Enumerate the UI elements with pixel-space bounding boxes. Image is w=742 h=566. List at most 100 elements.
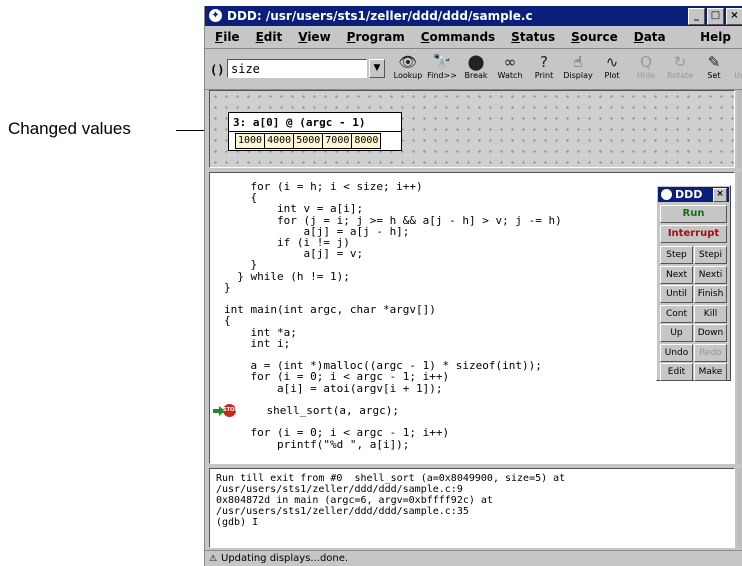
- rotate-icon: ↻: [673, 53, 687, 71]
- ddd-window: ✦ DDD: /usr/users/sts1/zeller/ddd/ddd/sa…: [204, 6, 742, 566]
- console-line: /usr/users/sts1/zeller/ddd/ddd/sample.c:…: [216, 484, 463, 495]
- argument-history-button[interactable]: ▼: [369, 59, 385, 78]
- menu-program[interactable]: Program: [347, 30, 405, 44]
- nexti-button[interactable]: Nexti: [694, 265, 727, 284]
- source-line[interactable]: printf("%d ", a[i]);: [224, 438, 409, 451]
- source-window[interactable]: DDD × Run Interrupt Step Stepi Next Nexti Unti…: [209, 172, 735, 464]
- stepi-button[interactable]: Stepi: [694, 246, 727, 264]
- make-button[interactable]: Make: [694, 363, 727, 381]
- hide-button[interactable]: Q Hide: [629, 51, 663, 87]
- menu-label: tatus: [519, 30, 556, 44]
- tool-label: Rotate: [666, 71, 694, 80]
- menu-mnemonic: S: [511, 30, 520, 44]
- find-button[interactable]: 🔭 Find>>: [425, 51, 459, 87]
- undisp-button[interactable]: ✕Undisp: [731, 51, 742, 87]
- down-button[interactable]: Down: [694, 324, 727, 342]
- argument-input[interactable]: [227, 59, 367, 78]
- menu-status[interactable]: Status: [511, 30, 555, 44]
- menu-file[interactable]: File: [215, 30, 240, 44]
- menu-label: dit: [263, 30, 283, 44]
- plot-button[interactable]: ∿ Plot: [595, 51, 629, 87]
- console-scrollbar[interactable]: [737, 468, 742, 548]
- menu-label: iew: [307, 30, 331, 44]
- console-line: Run till exit from #0 shell_sort (a=0x80…: [216, 473, 566, 484]
- command-tool-close-button[interactable]: ×: [713, 188, 727, 202]
- tool-label: Watch: [497, 71, 523, 80]
- tool-buttons: 👁 Lookup 🔭 Find>> ⬤ Break ∞ Watch? Print ☝ Display…: [391, 51, 742, 87]
- debugger-console[interactable]: Run till exit from #0 shell_sort (a=0x80…: [209, 468, 735, 548]
- command-tool-title: DDD: [675, 188, 703, 201]
- undisplay-icon: ✕: [731, 51, 742, 71]
- window-controls: _ □ ×: [688, 8, 742, 25]
- menu-edit[interactable]: Edit: [256, 30, 283, 44]
- tool-label: Hide: [636, 71, 656, 80]
- find-icon: 🔭: [432, 53, 452, 71]
- source-line[interactable]: }: [224, 281, 231, 294]
- rotate-button[interactable]: ↻ Rotate: [663, 51, 697, 87]
- status-bar: ⚠ Updating displays...done.: [205, 550, 742, 566]
- menu-mnemonic: S: [571, 30, 580, 44]
- annotation-label: Changed values: [8, 119, 131, 138]
- set-button[interactable]: ✎ Set: [697, 51, 731, 87]
- menu-label: ommands: [429, 30, 496, 44]
- until-button[interactable]: Until: [660, 285, 693, 303]
- array-value-cell[interactable]: 7000: [323, 134, 353, 148]
- source-line[interactable]: a[i] = atoi(argv[i + 1]);: [224, 382, 443, 395]
- tool-label: Print: [534, 71, 554, 80]
- edit-button[interactable]: Edit: [660, 363, 693, 381]
- data-display-box[interactable]: 3: a[0] @ (argc - 1) 1000 4000 5000 7000 800…: [228, 112, 402, 151]
- tool-label: Find>>: [427, 71, 457, 80]
- array-value-cell[interactable]: 8000: [352, 134, 381, 148]
- command-tool-titlebar[interactable]: DDD ×: [658, 187, 729, 202]
- array-value-cell[interactable]: 4000: [265, 134, 295, 148]
- menu-source[interactable]: Source: [571, 30, 618, 44]
- breakpoint-stop-icon[interactable]: STOP: [223, 404, 238, 417]
- kill-button[interactable]: Kill: [694, 304, 727, 323]
- source-line[interactable]: int main(int argc, char *argv[]): [224, 304, 436, 316]
- up-button[interactable]: Up: [660, 324, 693, 342]
- array-values: 1000 4000 5000 7000 8000: [235, 133, 382, 149]
- warning-triangle-icon: ⚠: [209, 554, 218, 564]
- data-scrollbar[interactable]: [737, 90, 742, 168]
- minimize-button[interactable]: _: [688, 8, 705, 25]
- menu-data[interactable]: Data: [634, 30, 666, 44]
- current-execution-line[interactable]: shell_sort(a, argc);: [240, 405, 398, 417]
- menu-mnemonic: V: [298, 30, 308, 44]
- menu-help[interactable]: Help: [700, 30, 731, 44]
- tool-label: Plot: [604, 71, 620, 80]
- step-button[interactable]: Step: [660, 246, 693, 264]
- lookup-button[interactable]: 👁 Lookup: [391, 51, 425, 87]
- maximize-button[interactable]: □: [707, 8, 724, 25]
- menu-commands[interactable]: Commands: [421, 30, 495, 44]
- watch-button[interactable]: ∞ Watch: [493, 51, 527, 87]
- display-separator: [229, 131, 401, 132]
- toolbar: (): ▼ 👁Lookup🔭Find>>⬤Break∞Watch?Print☝D…: [205, 48, 742, 90]
- ddd-logo-icon: ✦: [209, 9, 222, 22]
- question-icon: ?: [540, 53, 548, 71]
- finish-button[interactable]: Finish: [694, 285, 727, 303]
- menu-view[interactable]: View: [298, 30, 330, 44]
- glasses-icon: ∞: [503, 53, 517, 71]
- menu-mnemonic: F: [215, 30, 224, 44]
- next-button[interactable]: Next: [660, 265, 693, 284]
- cont-button[interactable]: Cont: [660, 304, 693, 323]
- interrupt-button[interactable]: Interrupt: [660, 225, 727, 243]
- array-value-cell[interactable]: 1000: [236, 134, 266, 148]
- close-button[interactable]: ×: [726, 8, 742, 25]
- source-scrollbar[interactable]: [737, 172, 742, 464]
- menu-label: ile: [223, 30, 240, 44]
- redo-button[interactable]: Redo: [694, 343, 727, 362]
- set-icon: ✎: [707, 53, 721, 71]
- undo-button[interactable]: Undo: [660, 343, 693, 362]
- gdb-prompt[interactable]: (gdb) I: [216, 517, 258, 528]
- window-titlebar[interactable]: ✦ DDD: /usr/users/sts1/zeller/ddd/ddd/sa…: [205, 6, 742, 26]
- display-button[interactable]: ☝ Display: [561, 51, 595, 87]
- break-button[interactable]: ⬤ Break: [459, 51, 493, 87]
- source-line[interactable]: int i;: [224, 337, 290, 350]
- run-button[interactable]: Run: [660, 205, 727, 223]
- array-value-cell[interactable]: 5000: [294, 134, 324, 148]
- menu-mnemonic: C: [420, 30, 430, 44]
- data-window[interactable]: 3: a[0] @ (argc - 1) 1000 4000 5000 7000 800…: [209, 90, 735, 168]
- print-button[interactable]: ? Print: [527, 51, 561, 87]
- source-line[interactable]: } while (h != 1);: [224, 270, 350, 283]
